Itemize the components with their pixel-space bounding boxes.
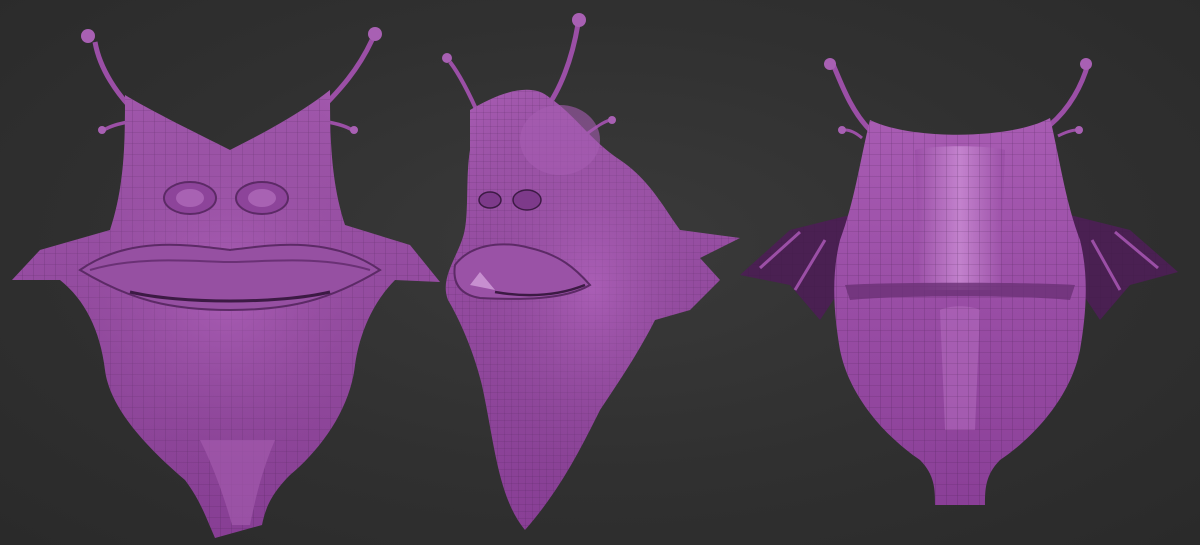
front-view	[12, 27, 440, 538]
render-viewport	[0, 0, 1200, 545]
sculpt-render	[12, 13, 1178, 538]
back-view	[740, 58, 1178, 505]
side-view	[442, 13, 740, 531]
